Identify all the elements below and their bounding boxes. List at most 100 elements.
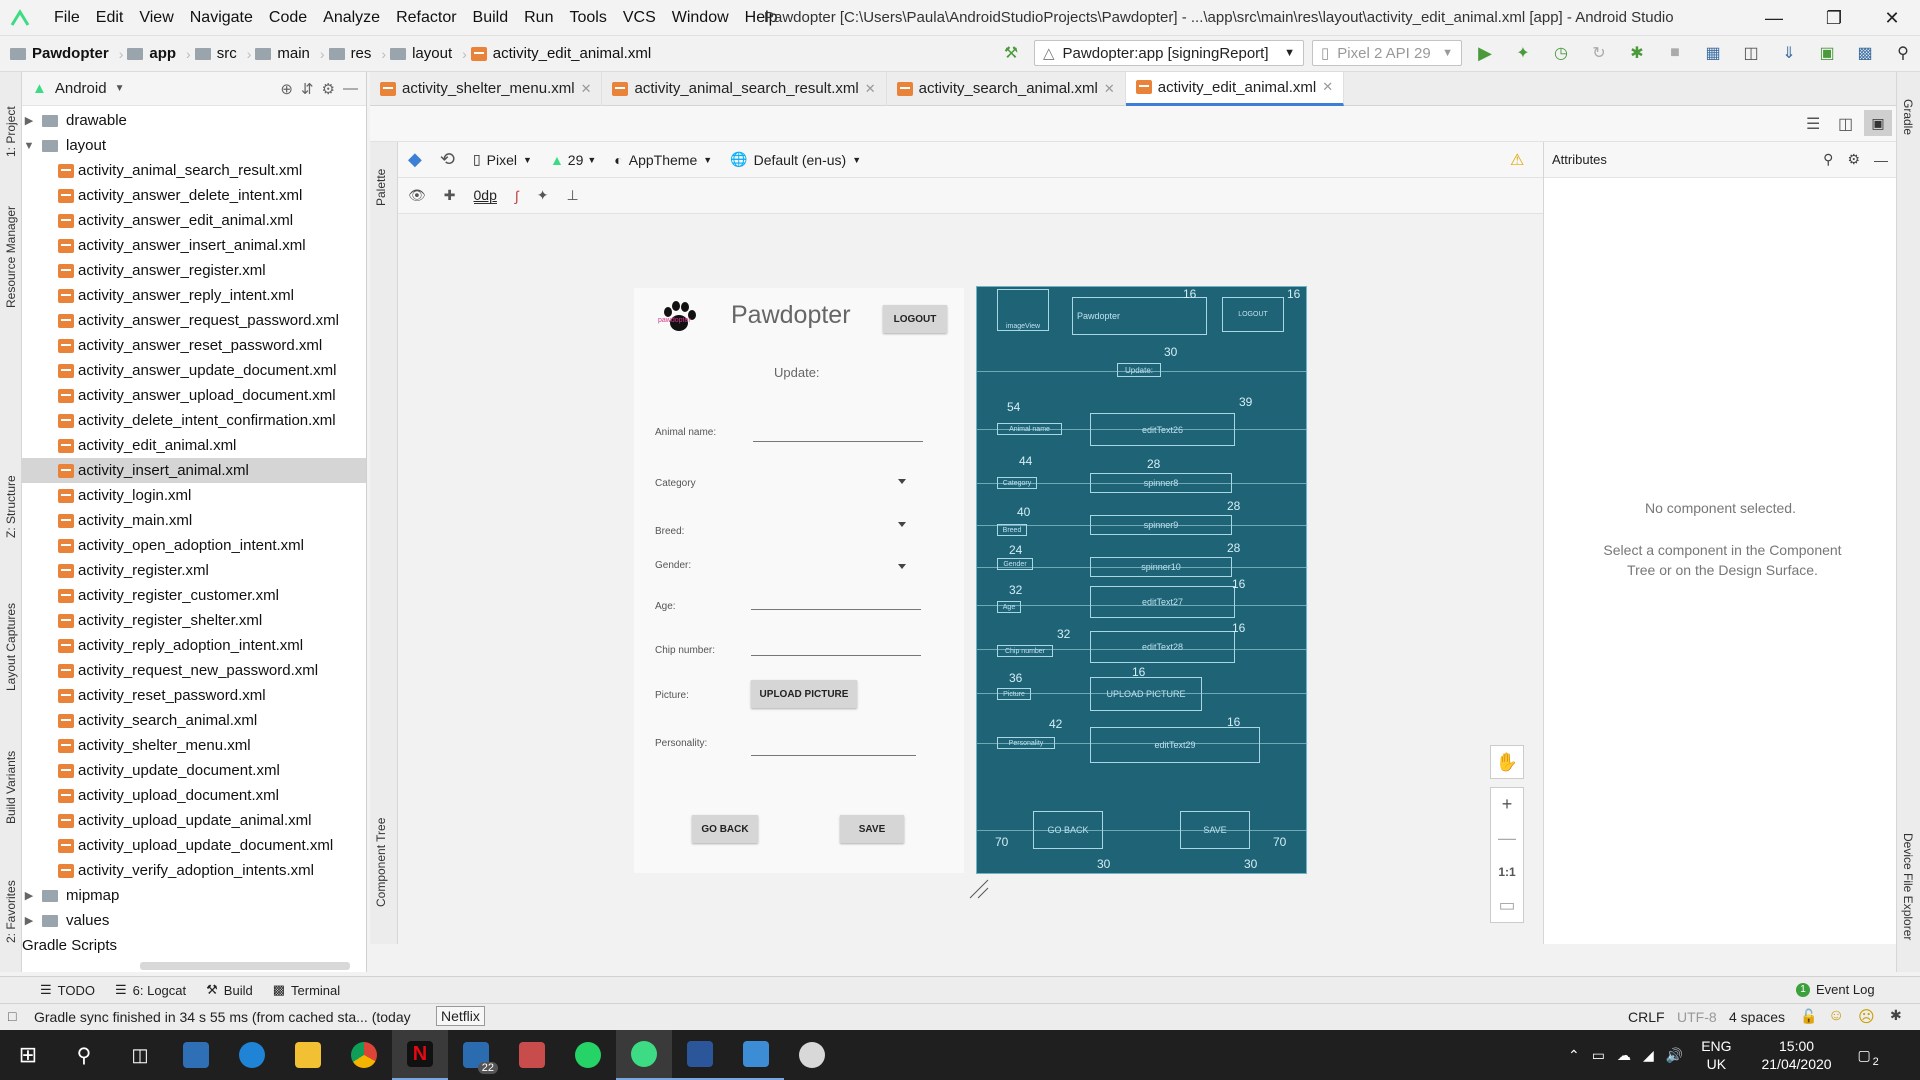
- tree-file[interactable]: activity_request_new_password.xml: [22, 658, 366, 683]
- device-manager-icon[interactable]: ▩: [1854, 42, 1876, 64]
- tree-file[interactable]: activity_upload_update_document.xml: [22, 833, 366, 858]
- horizontal-scrollbar[interactable]: [140, 962, 350, 970]
- tree-file[interactable]: activity_delete_intent_confirmation.xml: [22, 408, 366, 433]
- tree-file[interactable]: activity_shelter_menu.xml: [22, 733, 366, 758]
- notifications-icon[interactable]: ✱: [1890, 1007, 1902, 1024]
- tree-file[interactable]: activity_update_document.xml: [22, 758, 366, 783]
- tool-logcat[interactable]: ☰ 6: Logcat: [115, 982, 186, 998]
- tool-terminal[interactable]: ▩ Terminal: [273, 982, 340, 998]
- clear-constraints-icon[interactable]: ∫: [515, 188, 519, 204]
- sad-face-icon[interactable]: ☹: [1858, 1007, 1875, 1027]
- chip-number-input[interactable]: [751, 655, 921, 656]
- run-icon[interactable]: ▶: [1474, 42, 1496, 64]
- pan-button[interactable]: ✋: [1490, 745, 1524, 779]
- api-dropdown[interactable]: ▲ 29 ▼: [550, 152, 596, 168]
- file-encoding[interactable]: UTF-8: [1677, 1009, 1717, 1025]
- taskbar-app-whatsapp[interactable]: [560, 1030, 616, 1080]
- code-view-icon[interactable]: ☰: [1806, 114, 1820, 134]
- gear-icon[interactable]: ⚙: [1847, 151, 1860, 168]
- lock-icon[interactable]: 🔓: [1800, 1008, 1817, 1025]
- gear-icon[interactable]: ⚙: [322, 80, 335, 98]
- blueprint-upload-picture[interactable]: UPLOAD PICTURE: [1090, 677, 1202, 711]
- hammer-icon[interactable]: ⚒: [1000, 42, 1022, 64]
- tree-file[interactable]: activity_search_animal.xml: [22, 708, 366, 733]
- menu-analyze[interactable]: Analyze: [315, 9, 388, 27]
- chevron-right-icon[interactable]: ▶: [22, 889, 36, 902]
- blueprint-logout[interactable]: LOGOUT: [1222, 297, 1284, 332]
- tool-build[interactable]: ⚒ Build: [206, 982, 253, 998]
- tree-file[interactable]: activity_open_adoption_intent.xml: [22, 533, 366, 558]
- blueprint-gender-label[interactable]: Gender: [997, 558, 1033, 570]
- infer-constraints-icon[interactable]: ✦: [537, 187, 549, 204]
- breed-dropdown-icon[interactable]: [898, 522, 906, 527]
- menu-file[interactable]: File: [46, 9, 88, 27]
- guidelines-icon[interactable]: ⊥: [566, 187, 578, 204]
- search-icon[interactable]: ⚲: [1823, 151, 1833, 168]
- go-back-button[interactable]: GO BACK: [692, 815, 758, 843]
- taskbar-app-explorer[interactable]: [280, 1030, 336, 1080]
- run-configuration-select[interactable]: △ Pawdopter:app [signingReport] ▼: [1034, 40, 1304, 66]
- blueprint-picture-label[interactable]: Picture: [997, 688, 1031, 700]
- tree-file[interactable]: activity_answer_insert_animal.xml: [22, 233, 366, 258]
- close-tab-icon[interactable]: ✕: [1104, 81, 1115, 97]
- design-view-icon[interactable]: ▣: [1864, 110, 1892, 136]
- close-tab-icon[interactable]: ✕: [1322, 79, 1333, 95]
- tool-event-log[interactable]: 1 Event Log: [1796, 982, 1875, 997]
- close-tab-icon[interactable]: ✕: [865, 81, 876, 97]
- blueprint-image-view[interactable]: imageView: [997, 289, 1049, 331]
- tab-device-file-explorer[interactable]: Device File Explorer: [1897, 812, 1919, 962]
- tree-folder-layout[interactable]: ▼ layout: [22, 133, 366, 158]
- menu-edit[interactable]: Edit: [88, 9, 132, 27]
- blueprint-preview[interactable]: imageView Pawdopter LOGOUT Update: Anima…: [976, 286, 1308, 874]
- apply-changes-icon[interactable]: ↻: [1588, 42, 1610, 64]
- menu-window[interactable]: Window: [664, 9, 737, 27]
- menu-navigate[interactable]: Navigate: [182, 9, 261, 27]
- tree-file[interactable]: activity_upload_document.xml: [22, 783, 366, 808]
- tab-activity-search-animal[interactable]: activity_search_animal.xml ✕: [887, 71, 1126, 106]
- profile-icon[interactable]: ◷: [1550, 42, 1572, 64]
- tree-file[interactable]: activity_reply_adoption_intent.xml: [22, 633, 366, 658]
- taskbar-app-paint[interactable]: [784, 1030, 840, 1080]
- sync-gradle-icon[interactable]: ◫: [1740, 42, 1762, 64]
- breadcrumb-res[interactable]: res: [328, 45, 371, 62]
- tree-file[interactable]: activity_upload_update_animal.xml: [22, 808, 366, 833]
- device-select[interactable]: ▯ Pixel 2 API 29 ▼: [1312, 40, 1462, 66]
- blueprint-age-label[interactable]: Age: [997, 601, 1021, 613]
- project-view-select[interactable]: Android: [55, 80, 107, 97]
- tab-structure[interactable]: Z: Structure: [0, 457, 22, 557]
- chevron-down-icon[interactable]: ▼: [115, 83, 125, 94]
- split-view-icon[interactable]: ◫: [1838, 114, 1853, 134]
- theme-dropdown[interactable]: ◐ AppTheme ▼: [614, 152, 712, 168]
- device-dropdown[interactable]: ▯ Pixel ▼: [473, 151, 532, 168]
- blueprint-edittext27[interactable]: editText27: [1090, 586, 1235, 618]
- breadcrumb-main[interactable]: main: [255, 45, 310, 62]
- gender-dropdown-icon[interactable]: [898, 564, 906, 569]
- menu-run[interactable]: Run: [516, 9, 561, 27]
- blueprint-edittext28[interactable]: editText28: [1090, 631, 1235, 663]
- blueprint-update[interactable]: Update:: [1117, 363, 1161, 377]
- animal-name-input[interactable]: [753, 441, 923, 442]
- tree-file[interactable]: activity_main.xml: [22, 508, 366, 533]
- menu-refactor[interactable]: Refactor: [388, 9, 464, 27]
- status-message[interactable]: Gradle sync finished in 34 s 55 ms (from…: [34, 1009, 411, 1025]
- avd-manager-icon[interactable]: ▣: [1816, 42, 1838, 64]
- attach-debugger-icon[interactable]: ✱: [1626, 42, 1648, 64]
- breadcrumb-project[interactable]: Pawdopter: [10, 45, 109, 62]
- orientation-icon[interactable]: ⟲: [440, 149, 455, 170]
- taskbar-app-mail[interactable]: 22: [448, 1030, 504, 1080]
- taskbar-app-word[interactable]: [672, 1030, 728, 1080]
- zoom-in-button[interactable]: +: [1490, 787, 1524, 821]
- menu-vcs[interactable]: VCS: [615, 9, 664, 27]
- tree-file[interactable]: activity_answer_upload_document.xml: [22, 383, 366, 408]
- tree-folder-mipmap[interactable]: ▶ mipmap: [22, 883, 366, 908]
- view-options-icon[interactable]: 👁: [408, 187, 426, 204]
- breadcrumb-app[interactable]: app: [127, 45, 176, 62]
- taskbar-app-chrome[interactable]: [336, 1030, 392, 1080]
- taskbar-app-photos[interactable]: [728, 1030, 784, 1080]
- tab-layout-captures[interactable]: Layout Captures: [0, 587, 22, 707]
- tab-component-tree[interactable]: Component Tree: [370, 802, 392, 922]
- breadcrumb-src[interactable]: src: [194, 45, 237, 62]
- tree-file[interactable]: activity_register_shelter.xml: [22, 608, 366, 633]
- blueprint-title[interactable]: Pawdopter: [1072, 297, 1207, 335]
- status-icon[interactable]: □: [8, 1008, 16, 1024]
